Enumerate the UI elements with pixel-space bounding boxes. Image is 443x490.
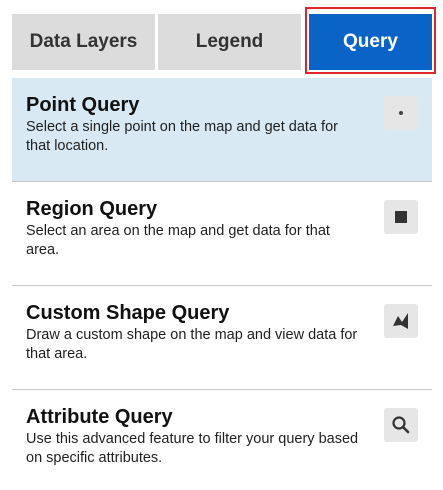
point-query-button[interactable] bbox=[384, 96, 418, 130]
point-query-description: Select a single point on the map and get… bbox=[26, 119, 338, 154]
custom-shape-query-description: Draw a custom shape on the map and view … bbox=[26, 327, 358, 362]
attribute-query-button[interactable] bbox=[384, 408, 418, 442]
search-icon bbox=[392, 416, 410, 434]
region-query-description: Select an area on the map and get data f… bbox=[26, 223, 330, 258]
attribute-query-title: Attribute Query bbox=[26, 406, 173, 428]
tab-bar: Data Layers Legend Query bbox=[0, 0, 443, 78]
custom-shape-query-button[interactable] bbox=[384, 304, 418, 338]
region-query-button[interactable] bbox=[384, 200, 418, 234]
custom-shape-query-option[interactable]: Custom Shape Query Draw a custom shape o… bbox=[12, 286, 432, 390]
custom-shape-query-title: Custom Shape Query bbox=[26, 302, 230, 324]
tab-legend[interactable]: Legend bbox=[158, 14, 301, 70]
region-query-option[interactable]: Region Query Select an area on the map a… bbox=[12, 182, 432, 286]
attribute-query-description: Use this advanced feature to filter your… bbox=[26, 431, 359, 466]
region-query-title: Region Query bbox=[26, 198, 158, 220]
query-list: Point Query Select a single point on the… bbox=[12, 78, 432, 490]
attribute-query-option[interactable]: Attribute Query Use this advanced featur… bbox=[12, 390, 432, 490]
point-query-option[interactable]: Point Query Select a single point on the… bbox=[12, 78, 432, 182]
tab-data-layers[interactable]: Data Layers bbox=[12, 14, 155, 70]
tab-query[interactable]: Query bbox=[309, 14, 432, 70]
point-icon bbox=[399, 111, 403, 115]
square-icon bbox=[395, 211, 407, 223]
polygon-icon bbox=[393, 313, 408, 329]
point-query-title: Point Query bbox=[26, 94, 140, 116]
